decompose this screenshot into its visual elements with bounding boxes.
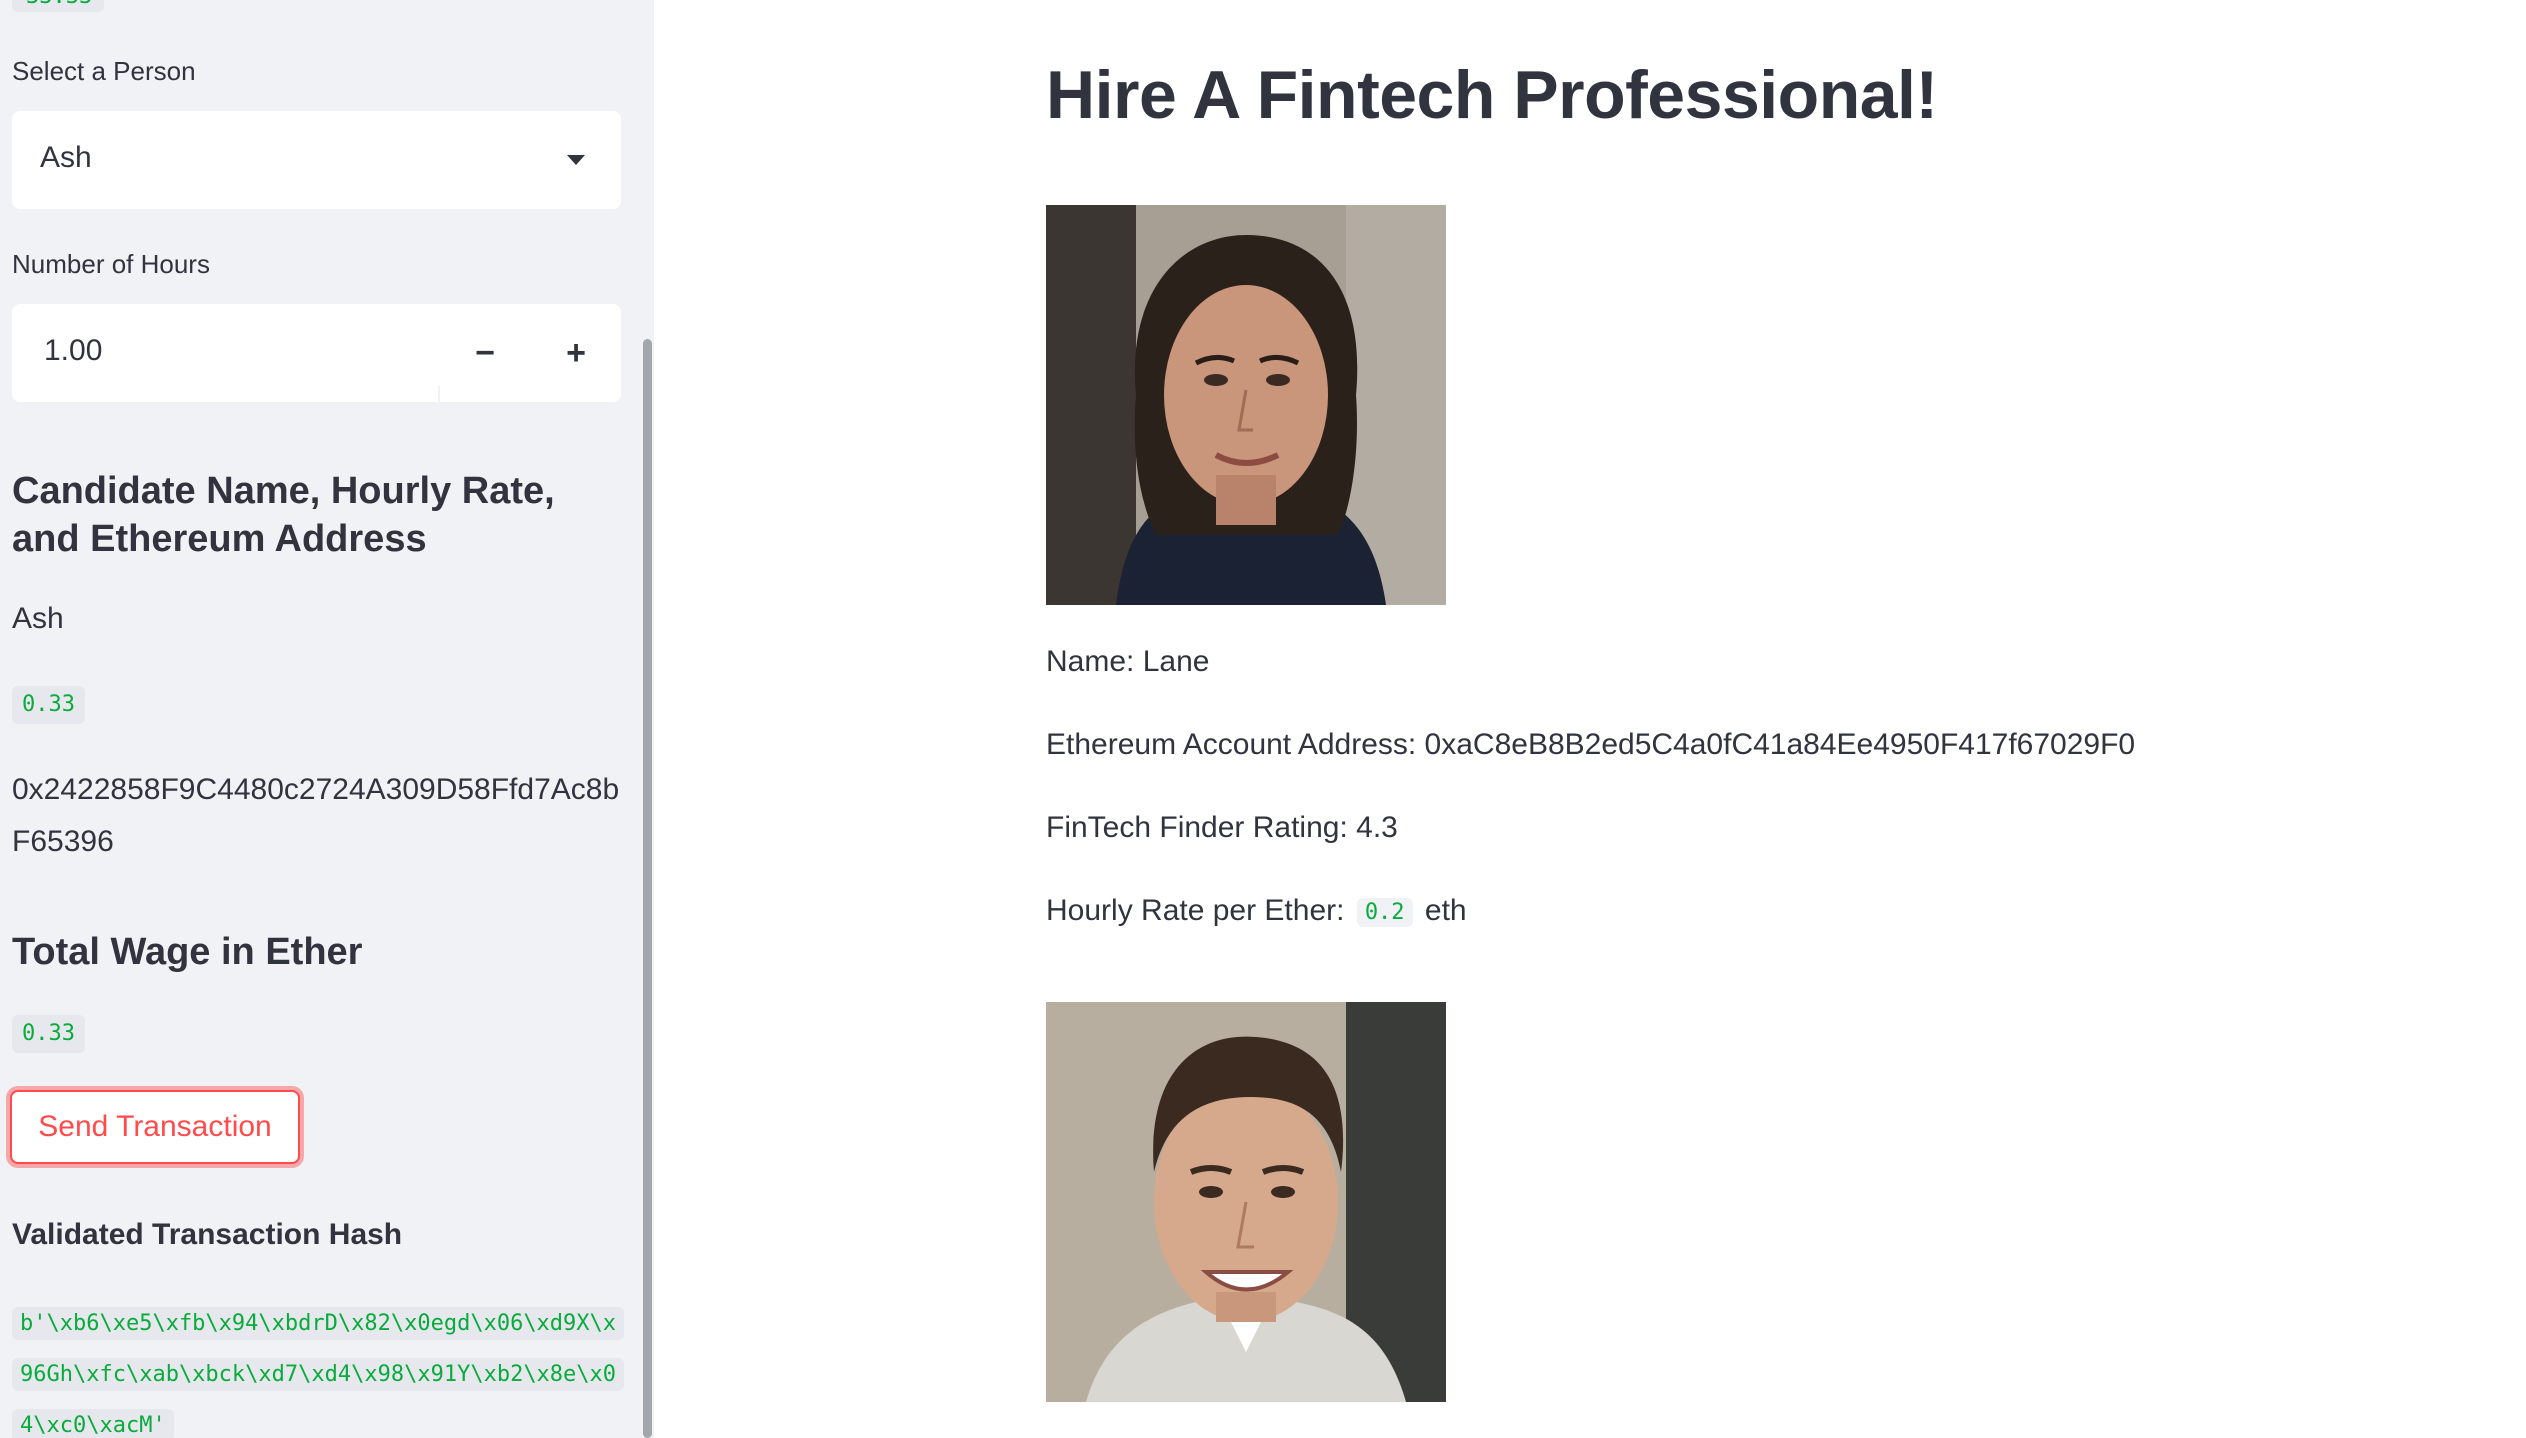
candidate-photo: [1046, 205, 1446, 605]
candidate-name-line: Name: Lane: [1046, 645, 1210, 678]
candidate-photo: [1046, 1002, 1446, 1402]
candidate-address-line: Ethereum Account Address: 0xaC8eB8B2ed5C…: [1046, 728, 2136, 761]
candidate-name: Ash: [12, 602, 64, 635]
candidate-rating-line: FinTech Finder Rating: 4.3: [1046, 811, 1398, 844]
rate-suffix: eth: [1424, 894, 1467, 927]
chevron-down-icon[interactable]: [567, 155, 585, 165]
hash-label: Validated Transaction Hash: [12, 1218, 403, 1251]
candidate-address: 0x2422858F9C4480c2724A309D58Ffd7Ac8bF653…: [12, 773, 620, 858]
total-wage-value: 0.33: [12, 1015, 85, 1053]
minus-icon[interactable]: −: [440, 304, 530, 402]
select-person-label: Select a Person: [12, 56, 196, 86]
sidebar: 33.33 Select a Person Ash Number of Hour…: [0, 0, 654, 1438]
hours-input[interactable]: 1.00: [44, 334, 102, 368]
rate-value: 0.2: [1356, 897, 1413, 927]
plus-icon[interactable]: +: [531, 304, 621, 402]
previous-value-chip: 33.33: [12, 0, 104, 12]
person-select[interactable]: Ash: [12, 111, 621, 209]
person-select-value: Ash: [40, 141, 92, 174]
hours-stepper: 1.00 − +: [12, 304, 621, 402]
transaction-hash: b'\xb6\xe5\xfb\x94\xbdrD\x82\x0egd\x06\x…: [12, 1298, 625, 1438]
candidate-rate-line: Hourly Rate per Ether: 0.2 eth: [1046, 894, 1467, 928]
hours-label: Number of Hours: [12, 249, 210, 279]
page-title: Hire A Fintech Professional!: [1046, 57, 1938, 133]
total-wage-heading: Total Wage in Ether: [12, 931, 363, 973]
rate-prefix: Hourly Rate per Ether:: [1046, 894, 1345, 927]
candidate-heading: Candidate Name, Hourly Rate, and Ethereu…: [12, 470, 555, 560]
candidate-rate: 0.33: [12, 686, 85, 724]
send-transaction-button[interactable]: Send Transaction: [10, 1090, 300, 1164]
transaction-hash-text: b'\xb6\xe5\xfb\x94\xbdrD\x82\x0egd\x06\x…: [12, 1307, 625, 1438]
sidebar-scrollbar[interactable]: [643, 339, 652, 1438]
